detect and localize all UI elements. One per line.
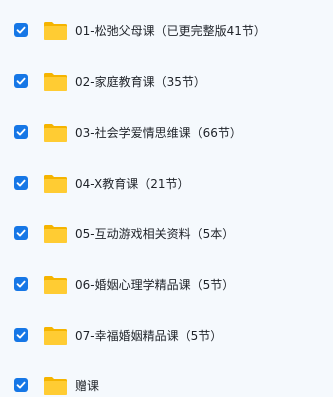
- folder-row-01[interactable]: 01-松弛父母课（已更完整版41节）: [0, 12, 333, 48]
- folder-icon: [43, 71, 68, 92]
- folder-icon: [43, 122, 68, 143]
- folder-name: 02-家庭教育课（35节）: [75, 74, 206, 89]
- folder-name: 06-婚姻心理学精品课（5节）: [75, 277, 235, 292]
- checkmark-icon: [16, 128, 26, 136]
- folder-name: 05-互动游戏相关资料（5本）: [75, 226, 235, 241]
- checkmark-icon: [16, 280, 26, 288]
- folder-icon: [43, 375, 68, 396]
- checkmark-icon: [16, 77, 26, 85]
- folder-row-05[interactable]: 05-互动游戏相关资料（5本）: [0, 215, 333, 251]
- checkmark-icon: [16, 229, 26, 237]
- folder-row-08[interactable]: 赠课: [0, 367, 333, 397]
- folder-name: 03-社会学爱情思维课（66节）: [75, 125, 242, 140]
- folder-name: 01-松弛父母课（已更完整版41节）: [75, 23, 266, 38]
- folder-icon: [43, 20, 68, 41]
- folder-icon: [43, 223, 68, 244]
- folder-list: 01-松弛父母课（已更完整版41节） 02-家庭教育课（35节） 03-社会学爱…: [0, 0, 333, 397]
- checkbox[interactable]: [14, 74, 28, 88]
- folder-row-07[interactable]: 07-幸福婚姻精品课（5节）: [0, 317, 333, 353]
- checkbox[interactable]: [14, 23, 28, 37]
- folder-name: 04-X教育课（21节）: [75, 176, 190, 191]
- checkbox[interactable]: [14, 378, 28, 392]
- folder-row-06[interactable]: 06-婚姻心理学精品课（5节）: [0, 266, 333, 302]
- checkbox[interactable]: [14, 125, 28, 139]
- folder-name: 赠课: [75, 378, 100, 393]
- folder-icon: [43, 274, 68, 295]
- checkbox[interactable]: [14, 176, 28, 190]
- checkmark-icon: [16, 179, 26, 187]
- folder-row-03[interactable]: 03-社会学爱情思维课（66节）: [0, 114, 333, 150]
- checkbox[interactable]: [14, 277, 28, 291]
- checkmark-icon: [16, 26, 26, 34]
- folder-icon: [43, 173, 68, 194]
- folder-row-04[interactable]: 04-X教育课（21节）: [0, 165, 333, 201]
- checkmark-icon: [16, 381, 26, 389]
- folder-row-02[interactable]: 02-家庭教育课（35节）: [0, 63, 333, 99]
- folder-icon: [43, 325, 68, 346]
- checkmark-icon: [16, 331, 26, 339]
- checkbox[interactable]: [14, 328, 28, 342]
- folder-name: 07-幸福婚姻精品课（5节）: [75, 328, 223, 343]
- checkbox[interactable]: [14, 226, 28, 240]
